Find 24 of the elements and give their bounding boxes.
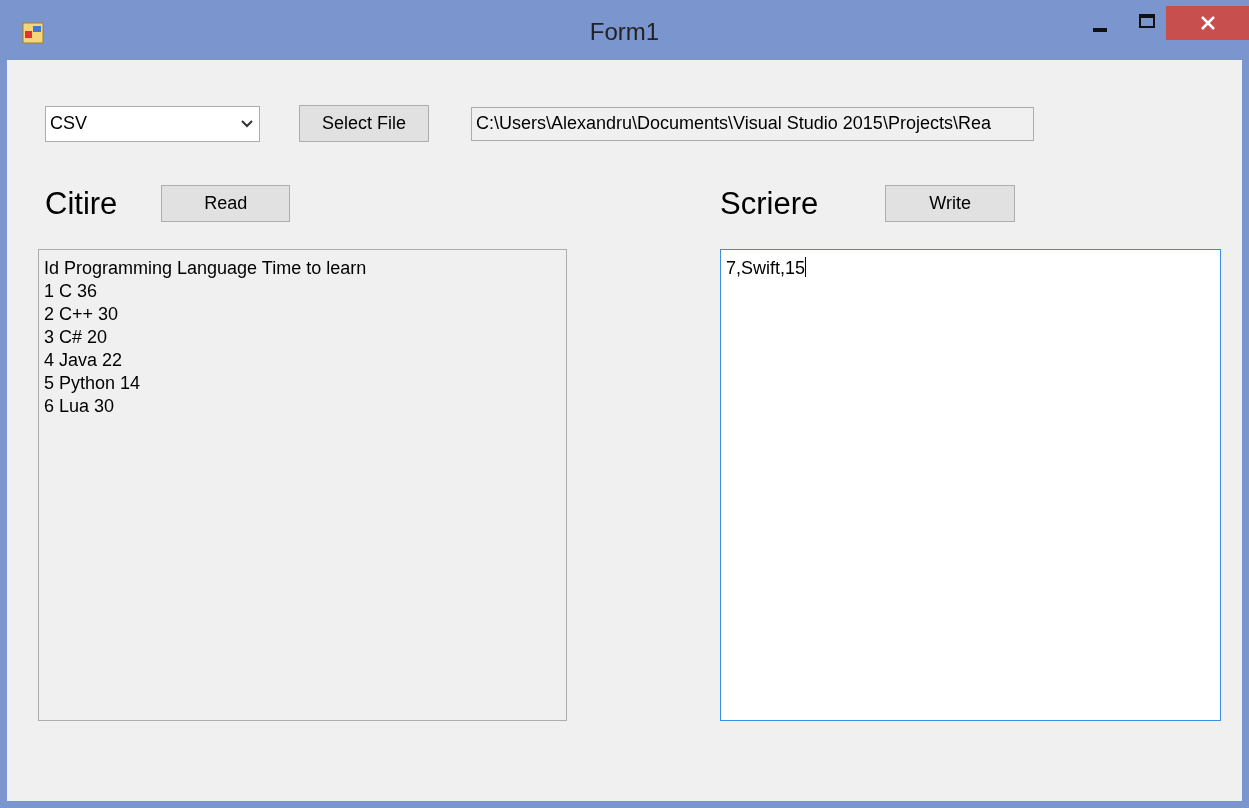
close-icon xyxy=(1200,16,1215,30)
format-dropdown[interactable]: CSV xyxy=(45,105,260,142)
text-caret xyxy=(805,257,807,277)
window-title: Form1 xyxy=(589,18,660,46)
write-button[interactable]: Write xyxy=(885,185,1016,222)
app-icon xyxy=(22,22,44,44)
text-line: 5 Python 14 xyxy=(44,372,141,395)
text-area[interactable]: 7,Swift,15 xyxy=(720,249,1221,721)
text-area[interactable]: Id Programming Language Time to learn 1 C 36 2 C++ 30 3 C# 20 4 Java 22 5 Python 14 6 Lua 30 xyxy=(38,249,567,721)
section-heading: Citire xyxy=(45,185,118,222)
path-field[interactable]: C:\Users\Alexandru\Documents\Visual Studio 2015\Projects\Rea xyxy=(471,106,1034,141)
text-line: 3 C# 20 xyxy=(44,326,108,349)
section-heading: Scriere xyxy=(720,185,819,222)
maximize-icon[interactable] xyxy=(1139,14,1155,28)
text-line: 2 C++ 30 xyxy=(44,303,119,326)
select-file-button[interactable]: Select File xyxy=(299,105,429,142)
close-button[interactable] xyxy=(1166,6,1249,40)
chevron-down-icon xyxy=(241,119,253,128)
text-line: 4 Java 22 xyxy=(44,349,123,372)
text-line: 7,Swift,15 xyxy=(726,257,807,280)
read-button[interactable]: Read xyxy=(161,185,291,222)
text-line: 6 Lua 30 xyxy=(44,395,115,418)
text-line: Id Programming Language Time to learn xyxy=(44,257,367,280)
text-line: 1 C 36 xyxy=(44,280,98,303)
